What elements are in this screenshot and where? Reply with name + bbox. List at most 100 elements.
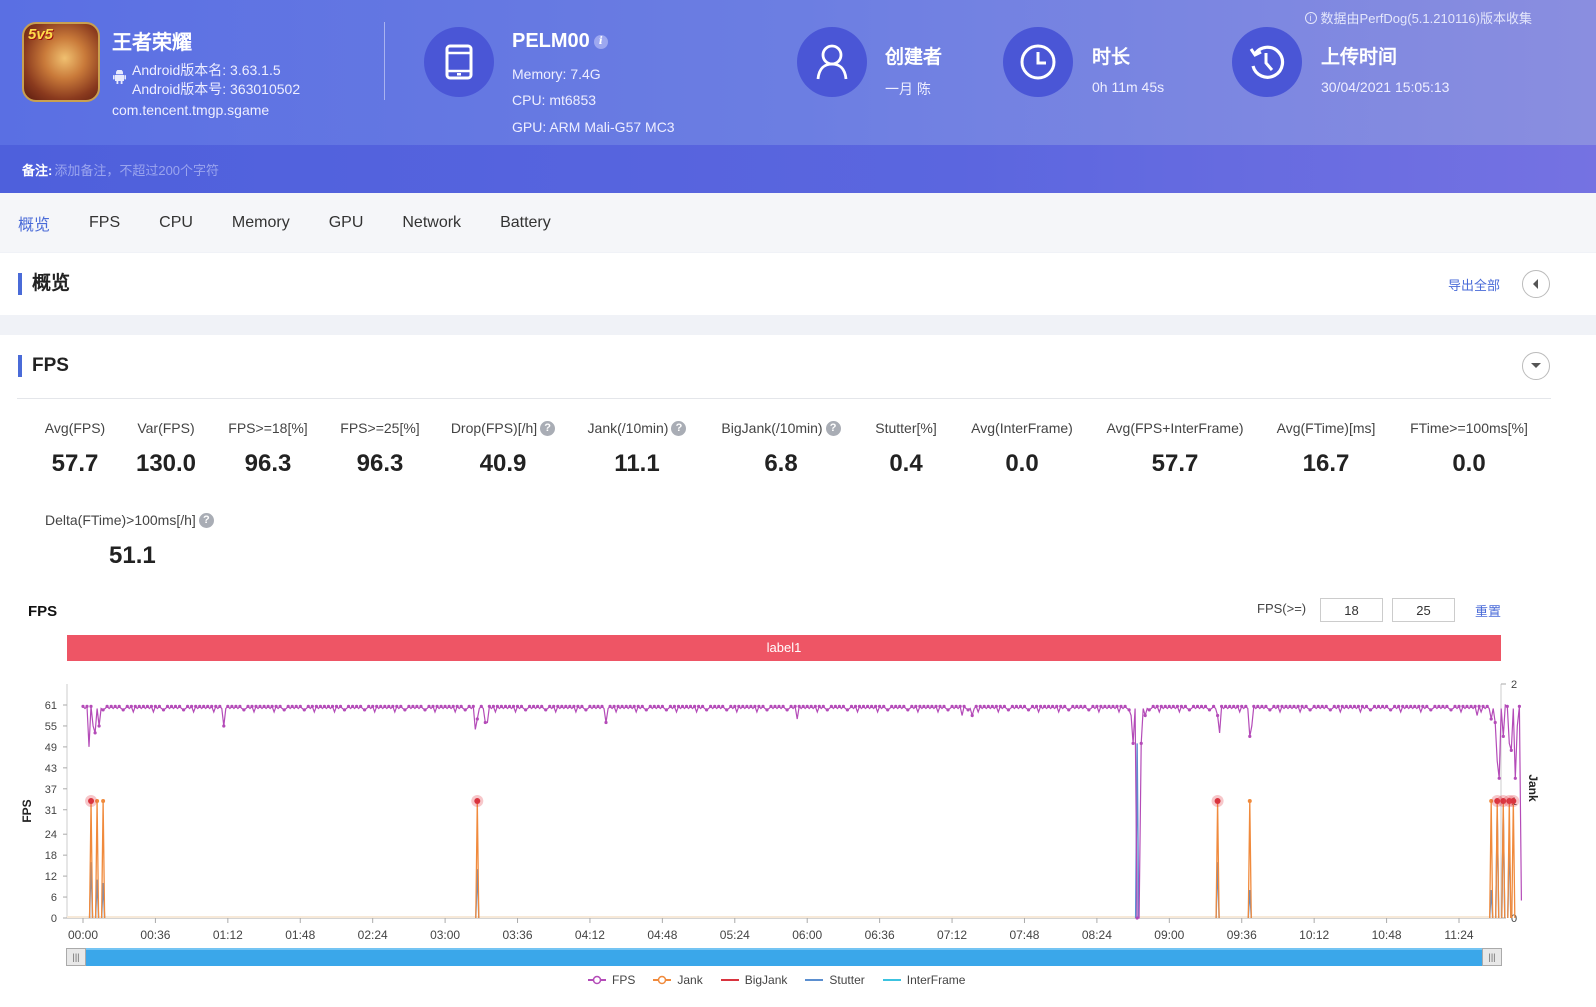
- fps-point: [1107, 704, 1111, 708]
- fps-point: [1316, 704, 1320, 708]
- time-range-slider[interactable]: ||| |||: [66, 948, 1502, 966]
- app-icon: 5v5: [22, 22, 100, 102]
- fps-point: [306, 704, 310, 708]
- device-cpu: CPU: mt6853: [512, 92, 597, 108]
- fps-point: [1385, 704, 1389, 708]
- fps-point: [1409, 704, 1413, 708]
- legend-item-interframe[interactable]: InterFrame: [882, 973, 965, 987]
- clock-icon: [1020, 44, 1056, 80]
- collected-by-text: 数据由PerfDog(5.1.210116)版本收集: [1320, 11, 1532, 26]
- help-icon[interactable]: ?: [198, 512, 214, 528]
- fps-point: [693, 704, 697, 708]
- fps-point: [713, 704, 717, 708]
- tab-battery[interactable]: Battery: [500, 214, 551, 232]
- fps-point: [1119, 704, 1123, 708]
- duration-icon-circle: [1003, 27, 1073, 97]
- slider-handle-left[interactable]: |||: [66, 948, 86, 966]
- legend-item-bigjank[interactable]: BigJank: [720, 973, 788, 987]
- fps-point: [1284, 704, 1288, 708]
- fps-point: [363, 708, 367, 712]
- fps-point: [592, 704, 596, 708]
- fps-point: [725, 708, 729, 712]
- fps-point: [1087, 708, 1091, 712]
- fps-point: [757, 704, 761, 708]
- fps-point: [560, 704, 564, 708]
- header-divider: [384, 22, 385, 100]
- fps-point: [1187, 708, 1191, 712]
- collapse-overview-button[interactable]: [1522, 270, 1550, 298]
- fps-point: [407, 704, 411, 708]
- tab-fps[interactable]: FPS: [89, 214, 120, 232]
- collapse-fps-button[interactable]: [1522, 352, 1550, 380]
- fps-point: [455, 704, 459, 708]
- fps-point: [431, 704, 435, 708]
- fps-point: [974, 704, 978, 708]
- fps-point: [483, 720, 487, 725]
- tab-cpu[interactable]: CPU: [159, 214, 193, 232]
- reset-button[interactable]: 重置: [1475, 601, 1501, 620]
- fps-point: [1469, 704, 1473, 708]
- fps-point: [266, 704, 270, 708]
- fps-point: [1348, 704, 1352, 708]
- overview-panel: 概览 导出全部: [0, 253, 1596, 315]
- fps-point: [1139, 741, 1143, 745]
- duration-value: 0h 11m 45s: [1092, 79, 1165, 95]
- fps-point: [178, 704, 182, 708]
- legend-label: BigJank: [744, 973, 788, 987]
- metric-label-text: Drop(FPS)[/h]: [450, 420, 538, 436]
- fps-point: [459, 704, 463, 708]
- fps-point: [902, 704, 906, 708]
- tab-network[interactable]: Network: [402, 214, 461, 232]
- fps-point: [1324, 704, 1328, 708]
- fps-point: [701, 704, 705, 708]
- notes-input[interactable]: 添加备注，不超过200个字符: [54, 160, 219, 179]
- metric-label-text: Avg(FPS+InterFrame): [1106, 420, 1244, 436]
- fps-point: [1397, 704, 1401, 708]
- fps-point: [1002, 704, 1007, 708]
- fps-threshold-2-input[interactable]: [1392, 598, 1455, 622]
- device-info-icon[interactable]: i: [593, 34, 608, 49]
- fps-point: [519, 704, 524, 708]
- fps-point: [954, 704, 958, 708]
- fps-point: [451, 704, 455, 708]
- metric-value: 0.0: [1452, 450, 1486, 477]
- fps-chart[interactable]: 06121824313743495561012FPSJank00:0000:36…: [0, 665, 1596, 945]
- fps-point: [1075, 704, 1079, 708]
- fps-point: [857, 704, 862, 708]
- fps-point: [491, 704, 495, 708]
- fps-point: [1006, 708, 1011, 712]
- fps-point: [1417, 704, 1421, 708]
- x-tick-label: 01:12: [213, 928, 243, 942]
- fps-point: [1445, 704, 1449, 708]
- fps-point: [870, 704, 874, 708]
- fps-point: [697, 704, 701, 708]
- metric-label: Delta(FTime)>100ms[/h]?: [45, 512, 245, 528]
- fps-threshold-1-input[interactable]: [1320, 598, 1383, 622]
- fps-point: [503, 704, 508, 708]
- legend-item-stutter[interactable]: Stutter: [805, 973, 865, 987]
- fps-point: [1292, 704, 1296, 708]
- fps-point: [544, 708, 548, 712]
- upload-time-value: 30/04/2021 15:05:13: [1321, 79, 1450, 95]
- device-model-text: PELM00: [512, 30, 590, 52]
- label-bar[interactable]: label1: [67, 635, 1501, 661]
- device-model: PELM00 i: [512, 30, 608, 53]
- tab-gpu[interactable]: GPU: [329, 214, 364, 232]
- x-tick-label: 09:36: [1227, 928, 1257, 942]
- fps-point: [1228, 704, 1232, 708]
- fps-point: [785, 708, 789, 712]
- metric-label-text: FTime>=100ms[%]: [1410, 420, 1528, 436]
- slider-handle-right[interactable]: |||: [1482, 948, 1502, 966]
- fps-point: [1276, 704, 1280, 708]
- tab-overview[interactable]: 概览: [18, 211, 50, 235]
- fps-point: [101, 708, 105, 712]
- legend-item-fps[interactable]: FPS: [588, 973, 635, 987]
- fps-point: [1461, 704, 1465, 708]
- fps-point: [1441, 704, 1445, 708]
- export-all-button[interactable]: 导出全部: [1448, 275, 1500, 294]
- fps-point: [536, 704, 540, 708]
- fps-point: [262, 704, 266, 708]
- legend-item-jank[interactable]: Jank: [653, 973, 703, 987]
- tab-memory[interactable]: Memory: [232, 214, 290, 232]
- fps-section-title: FPS: [18, 355, 69, 377]
